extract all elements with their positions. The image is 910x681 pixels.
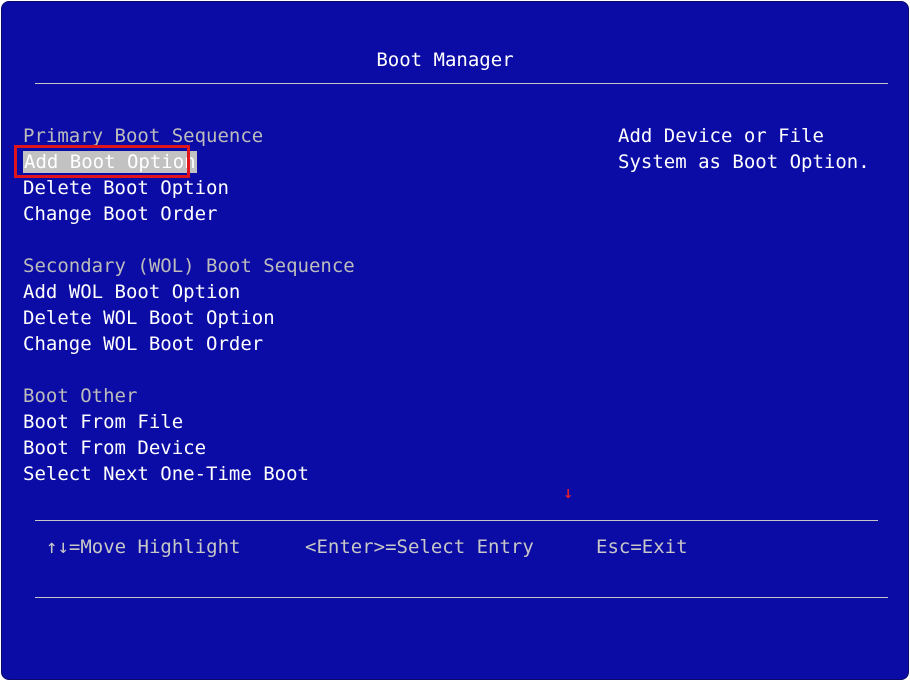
boot-other-header: Boot Other: [23, 385, 138, 407]
menu-spacer: [23, 227, 583, 253]
change-wol-boot-order-item[interactable]: Change WOL Boot Order: [23, 331, 583, 357]
selection-outline: [14, 145, 190, 178]
scroll-down-icon: ↓: [563, 483, 574, 503]
top-divider: [35, 83, 888, 84]
help-text-line-1: Add Device or File: [618, 125, 824, 147]
delete-wol-boot-option-item[interactable]: Delete WOL Boot Option: [23, 305, 583, 331]
delete-boot-option-item[interactable]: Delete Boot Option: [23, 175, 583, 201]
add-wol-boot-option-item[interactable]: Add WOL Boot Option: [23, 279, 583, 305]
footer-top-divider: [35, 520, 878, 521]
help-text-line-2: System as Boot Option.: [618, 151, 870, 173]
footer-bottom-divider: [35, 597, 888, 598]
secondary-boot-sequence-header: Secondary (WOL) Boot Sequence: [23, 255, 355, 277]
select-entry-hint: <Enter>=Select Entry: [305, 536, 534, 558]
boot-from-device-item[interactable]: Boot From Device: [23, 435, 583, 461]
page-title: Boot Manager: [376, 49, 514, 71]
boot-from-file-item[interactable]: Boot From File: [23, 409, 583, 435]
help-panel: Add Device or File System as Boot Option…: [618, 123, 888, 175]
move-highlight-hint: ↑↓=Move Highlight: [46, 536, 241, 558]
change-boot-order-item[interactable]: Change Boot Order: [23, 201, 583, 227]
exit-hint: Esc=Exit: [596, 536, 688, 558]
menu-spacer: [23, 357, 583, 383]
select-next-one-time-boot-item[interactable]: Select Next One-Time Boot: [23, 461, 583, 487]
boot-manager-screen: Boot Manager Primary Boot Sequence Add B…: [1, 1, 909, 680]
